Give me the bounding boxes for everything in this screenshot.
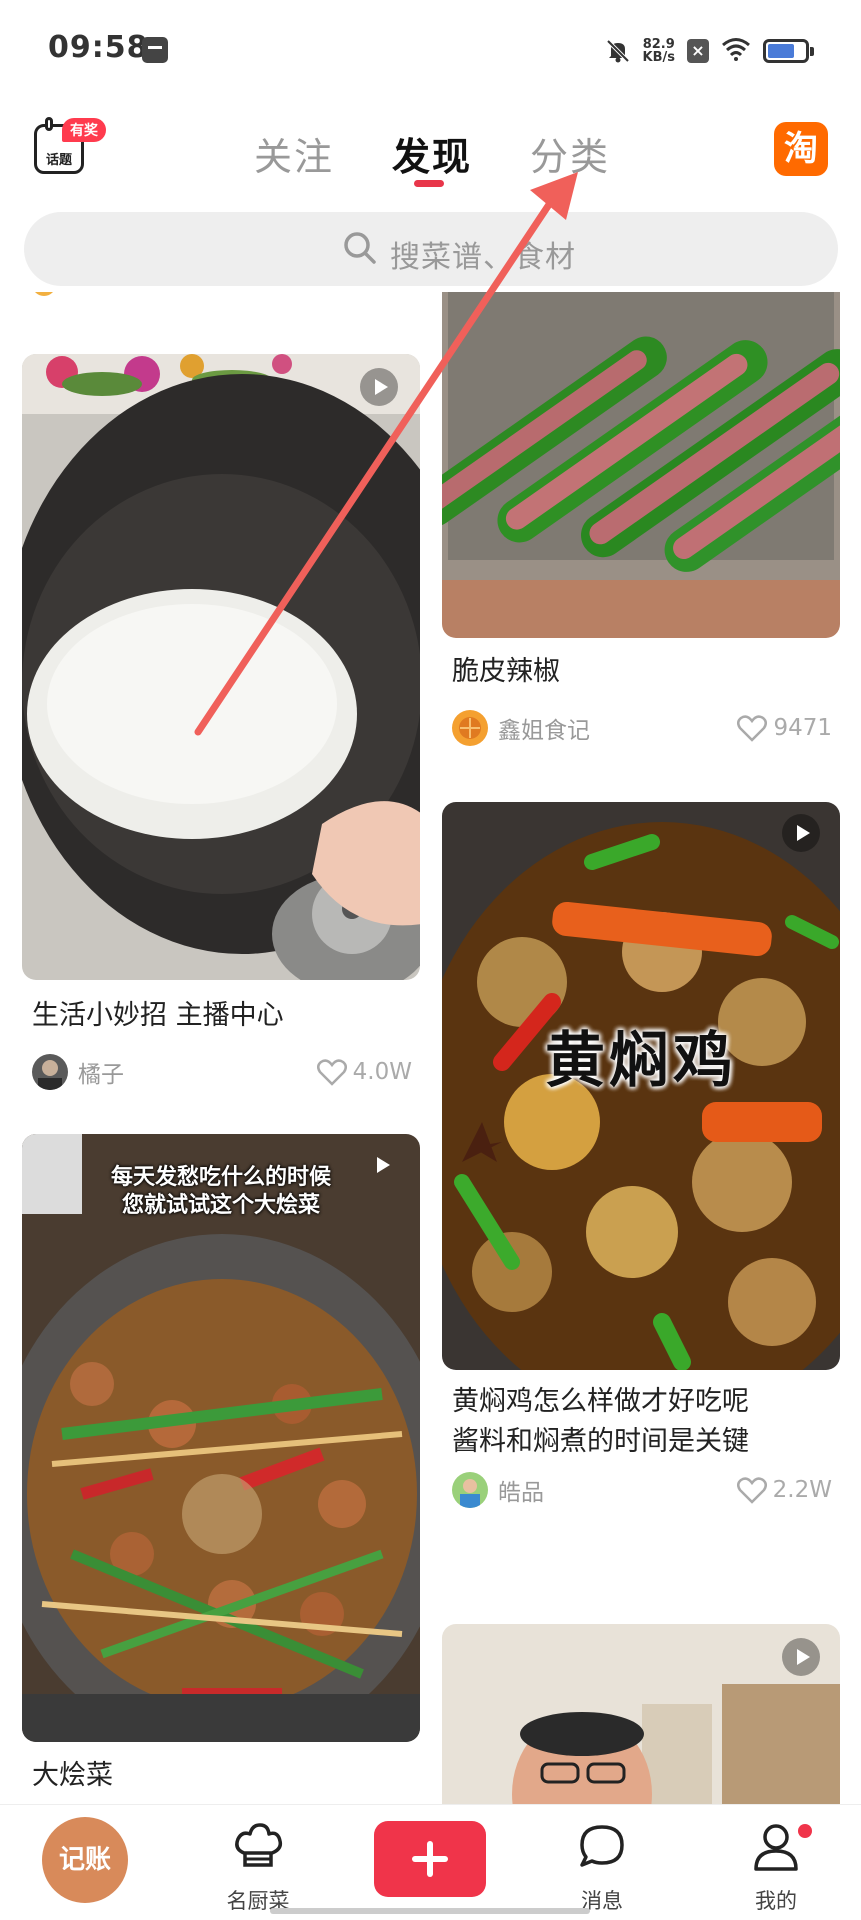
notification-dot xyxy=(798,1824,812,1838)
recipe-title: 黄焖鸡怎么样做才好吃呢 酱料和焖煮的时间是关键 xyxy=(452,1382,749,1462)
battery-icon xyxy=(763,39,814,63)
nav-chef-dishes[interactable]: 名厨菜 xyxy=(198,1819,318,1913)
heart-icon xyxy=(737,715,768,742)
bell-muted-icon xyxy=(605,38,631,64)
bottom-nav: 记账 名厨菜 消息 我的 xyxy=(0,1804,861,1920)
chef-hat-icon xyxy=(235,1823,283,1867)
author-name[interactable]: 皓品 xyxy=(498,1473,544,1507)
video-play-icon xyxy=(362,1146,400,1184)
heart-icon xyxy=(736,1477,767,1504)
recipe-card[interactable] xyxy=(442,1624,840,1804)
status-icons: 82.9 KB/s × xyxy=(605,34,814,68)
author-avatar[interactable] xyxy=(32,1054,68,1090)
like-count-value: 9471 xyxy=(773,715,832,741)
tab-discover[interactable]: 发现 xyxy=(392,126,472,181)
recipe-card[interactable]: 每天发愁吃什么的时候 您就试试这个大烩菜 大烩菜 xyxy=(22,1134,420,1804)
search-icon xyxy=(344,232,376,264)
like-count[interactable]: 4.0W xyxy=(316,1052,412,1092)
like-count-value: 2.2W xyxy=(772,1477,832,1503)
nav-profile[interactable]: 我的 xyxy=(716,1819,836,1913)
status-bar: 09:58 82.9 KB/s × xyxy=(0,0,861,100)
recipe-title-line1: 黄焖鸡怎么样做才好吃呢 xyxy=(452,1386,749,1417)
home-indicator[interactable] xyxy=(270,1908,590,1914)
recipe-meta: 皓品 2.2W xyxy=(452,1470,832,1510)
recipe-title: 脆皮辣椒 xyxy=(452,656,560,687)
tab-category[interactable]: 分类 xyxy=(530,126,610,181)
network-speed: 82.9 KB/s xyxy=(643,38,675,64)
recipe-title: 生活小妙招 主播中心 xyxy=(32,1000,284,1031)
person-icon xyxy=(754,1824,798,1871)
video-caption: 每天发愁吃什么的时候 您就试试这个大烩菜 xyxy=(22,1164,420,1220)
recipe-image xyxy=(442,1624,840,1804)
author-avatar[interactable] xyxy=(452,1472,488,1508)
recipe-card[interactable]: 黄焖鸡 黄焖鸡怎么样做才好吃呢 酱料和焖煮的时间是关键 皓品 2.2W xyxy=(442,802,840,1508)
recipe-meta: 橘子 4.0W xyxy=(32,1052,412,1092)
recipe-image xyxy=(22,354,420,980)
like-count[interactable]: 9471 xyxy=(737,708,832,748)
active-tab-indicator xyxy=(414,180,444,187)
avatar xyxy=(32,292,56,296)
video-play-icon xyxy=(360,368,398,406)
video-caption-line2: 您就试试这个大烩菜 xyxy=(121,1193,320,1218)
like-count[interactable]: 2.2W xyxy=(736,1470,832,1510)
sim-x-icon: × xyxy=(687,39,709,63)
recipe-title-line2: 酱料和焖煮的时间是关键 xyxy=(452,1426,749,1457)
video-caption-line1: 每天发愁吃什么的时候 xyxy=(110,1165,331,1190)
recipe-feed[interactable]: 生活小妙招 主播中心 橘子 4.0W 每天发愁吃什么的时候 您就试试这个大烩菜 … xyxy=(0,292,861,1804)
top-tabs: 关注 发现 分类 xyxy=(0,126,861,186)
video-play-icon xyxy=(782,1638,820,1676)
like-count-value: 4.0W xyxy=(352,1059,412,1085)
chat-bubble-icon xyxy=(580,1825,624,1867)
search-bar[interactable]: 搜菜谱、食材 xyxy=(24,212,838,286)
author-name[interactable]: 鑫姐食记 xyxy=(498,711,590,745)
notification-app-icon xyxy=(142,37,168,63)
recipe-image xyxy=(442,292,840,638)
recipe-title: 大烩菜 xyxy=(32,1760,113,1791)
video-play-icon xyxy=(782,814,820,852)
recipe-image xyxy=(22,1134,420,1742)
nav-messages[interactable]: 消息 xyxy=(542,1819,662,1913)
search-placeholder: 搜菜谱、食材 xyxy=(390,240,576,275)
recipe-card[interactable]: 脆皮辣椒 鑫姐食记 9471 xyxy=(442,292,840,760)
video-caption: 黄焖鸡 xyxy=(545,1026,737,1096)
record-button[interactable]: 记账 xyxy=(42,1817,128,1903)
heart-icon xyxy=(316,1059,347,1086)
tab-follow[interactable]: 关注 xyxy=(254,126,334,181)
status-time: 09:58 xyxy=(48,30,149,65)
recipe-card[interactable]: 生活小妙招 主播中心 橘子 4.0W xyxy=(22,354,420,1090)
add-button[interactable] xyxy=(374,1821,486,1897)
nav-profile-label: 我的 xyxy=(755,1889,797,1913)
network-speed-unit: KB/s xyxy=(642,50,675,65)
wifi-icon xyxy=(721,37,751,65)
taobao-button[interactable]: 淘 xyxy=(774,122,828,176)
author-name[interactable]: 橘子 xyxy=(78,1055,124,1089)
recipe-meta: 鑫姐食记 9471 xyxy=(452,708,832,748)
author-avatar[interactable] xyxy=(452,710,488,746)
